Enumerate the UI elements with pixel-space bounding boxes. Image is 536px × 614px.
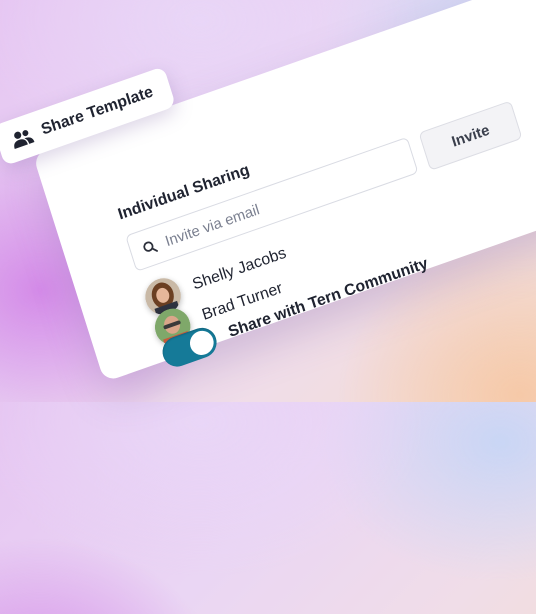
toggle-knob (186, 327, 217, 359)
search-icon (143, 241, 158, 252)
perspective-container: Individual Sharing Invite via email Invi… (0, 0, 536, 614)
invite-button[interactable]: Invite (418, 100, 523, 171)
stage: Individual Sharing Invite via email Invi… (0, 0, 536, 402)
people-icon (14, 130, 35, 149)
search-placeholder: Invite via email (163, 200, 262, 250)
share-panel: Individual Sharing Invite via email Invi… (32, 0, 536, 383)
